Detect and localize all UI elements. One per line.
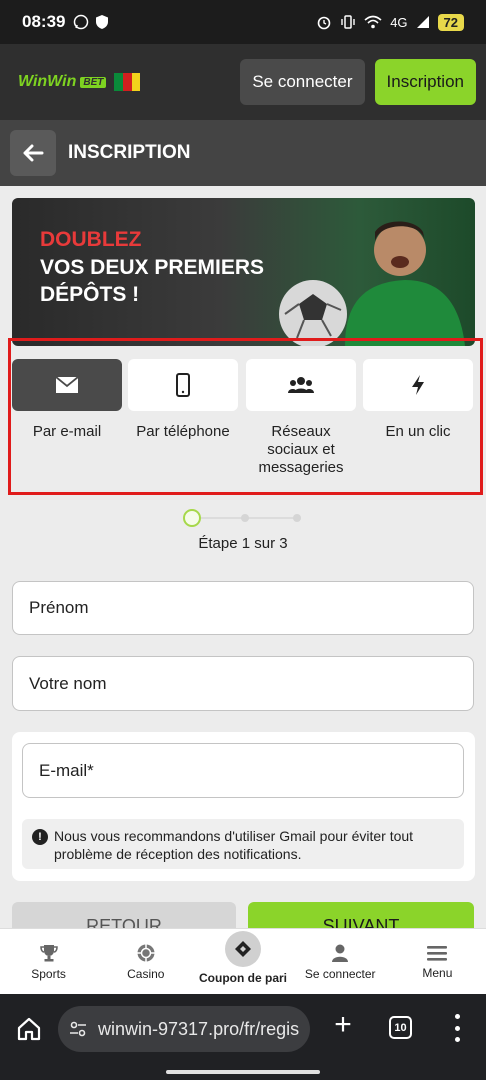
football-player-image xyxy=(279,221,465,346)
nav-label: Sports xyxy=(31,966,66,981)
method-label: En un clic xyxy=(385,423,451,440)
registration-methods: Par e-mail Par téléphone Réseaux sociaux… xyxy=(8,338,483,495)
chip-icon xyxy=(137,944,155,961)
home-icon[interactable] xyxy=(16,1016,42,1042)
tab-switcher-button[interactable]: 10 xyxy=(389,1016,412,1039)
brand-logo[interactable]: WinWin BET xyxy=(18,73,141,91)
banner-headline: DOUBLEZ xyxy=(40,228,142,251)
nav-label: Se connecter xyxy=(304,966,376,981)
address-bar[interactable]: winwin-97317.pro/fr/regis xyxy=(58,1006,310,1052)
step-3-dot xyxy=(293,514,301,522)
users-icon xyxy=(288,377,314,393)
method-label: Par téléphone xyxy=(136,423,230,440)
gmail-notice: ! Nous vous recommandons d'utiliser Gmai… xyxy=(22,819,464,869)
nav-login[interactable]: Se connecter xyxy=(292,929,389,994)
step-1-dot xyxy=(183,509,201,527)
url-text: winwin-97317.pro/fr/regis xyxy=(98,1018,300,1039)
info-icon: ! xyxy=(32,829,48,845)
site-settings-icon[interactable] xyxy=(68,1019,88,1039)
more-options-icon[interactable] xyxy=(452,1014,462,1042)
new-tab-icon[interactable]: + xyxy=(330,1010,356,1040)
step-label: Étape 1 sur 3 xyxy=(198,535,288,552)
gesture-handle xyxy=(166,1070,320,1074)
bottom-navigation: Sports Casino Coupon de pari Se connecte… xyxy=(0,928,486,994)
method-label: Réseaux sociaux et messageries xyxy=(258,423,344,476)
wifi-icon xyxy=(364,15,382,29)
shield-icon xyxy=(96,15,109,29)
phone-icon xyxy=(176,373,190,397)
status-time: 08:39 xyxy=(22,12,66,31)
first-name-field[interactable]: Prénom xyxy=(12,581,474,635)
logo-text: WinWin xyxy=(18,73,77,90)
trophy-icon xyxy=(39,944,58,961)
page-title: INSCRIPTION xyxy=(68,142,191,163)
logo-badge: BET xyxy=(80,76,107,88)
alarm-icon xyxy=(317,16,331,30)
method-phone[interactable]: Par téléphone xyxy=(128,359,238,441)
step-indicator xyxy=(183,508,303,528)
nav-label: Casino xyxy=(127,966,165,981)
battery-level: 72 xyxy=(437,13,464,31)
promo-banner[interactable]: DOUBLEZ VOS DEUX PREMIERS DÉPÔTS ! xyxy=(12,198,475,346)
nav-label: Coupon de pari xyxy=(199,970,287,985)
nav-casino[interactable]: Casino xyxy=(97,929,194,994)
back-arrow-button[interactable] xyxy=(10,130,56,176)
banner-subheadline: VOS DEUX PREMIERS DÉPÔTS ! xyxy=(40,256,265,306)
login-button[interactable]: Se connecter xyxy=(240,59,365,105)
nav-sports[interactable]: Sports xyxy=(0,929,97,994)
vibrate-icon xyxy=(341,15,355,29)
lightning-icon xyxy=(412,375,424,395)
app-header: WinWin BET Se connecter Inscription xyxy=(0,44,486,120)
page-heading-bar: INSCRIPTION xyxy=(0,120,486,186)
email-field[interactable]: E-mail* xyxy=(22,743,464,798)
arrow-left-icon xyxy=(23,144,44,162)
nav-bet-slip[interactable]: Coupon de pari xyxy=(194,929,291,994)
ticket-icon xyxy=(235,940,251,957)
user-icon xyxy=(332,944,349,962)
nav-menu[interactable]: Menu xyxy=(389,929,486,994)
nav-label: Menu xyxy=(422,965,453,980)
step-2-dot xyxy=(241,514,249,522)
signal-icon xyxy=(416,16,429,28)
envelope-icon xyxy=(55,376,79,393)
menu-icon xyxy=(427,945,448,961)
method-social[interactable]: Réseaux sociaux et messageries xyxy=(246,359,356,477)
register-button[interactable]: Inscription xyxy=(374,59,476,105)
method-email[interactable]: Par e-mail xyxy=(12,359,122,441)
method-label: Par e-mail xyxy=(32,423,102,440)
status-bar: 08:39 4G 72 xyxy=(0,0,486,44)
last-name-field[interactable]: Votre nom xyxy=(12,656,474,711)
method-one-click[interactable]: En un clic xyxy=(363,359,473,441)
network-label: 4G xyxy=(390,14,408,30)
browser-toolbar: winwin-97317.pro/fr/regis + 10 xyxy=(0,994,486,1080)
whatsapp-icon xyxy=(74,14,89,30)
cameroon-flag-icon xyxy=(114,73,141,91)
notice-text: Nous vous recommandons d'utiliser Gmail … xyxy=(54,828,414,862)
email-section: E-mail* ! Nous vous recommandons d'utili… xyxy=(12,732,475,881)
